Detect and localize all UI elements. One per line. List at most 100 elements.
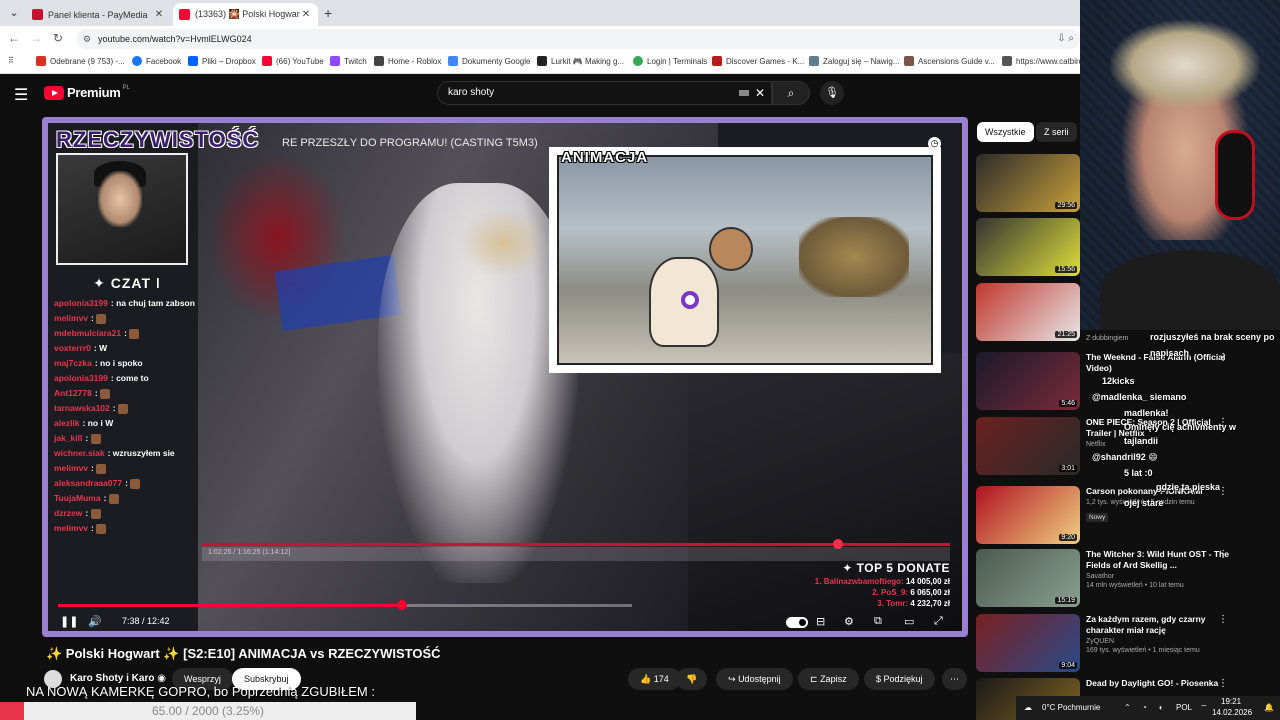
dislike-button[interactable]: 👎 (676, 668, 708, 690)
chat-username: apolonia3199 (54, 298, 108, 308)
clock-time[interactable]: 19:21 (1221, 697, 1241, 706)
tab-paymedia[interactable]: Panel klienta - PayMedia ✕ (26, 3, 171, 26)
tab-youtube[interactable]: (13363) 🎇 Polski Hogwart ✨ ✕ (173, 3, 318, 26)
rec-title[interactable]: Dead by Daylight GO! - Piosenka (1086, 678, 1236, 689)
tab-search-icon[interactable]: ⌄ (6, 5, 22, 21)
apps-icon[interactable]: ⠿ (8, 56, 14, 65)
reload-icon[interactable]: ↻ (50, 31, 66, 45)
bookmark-catbird[interactable]: https://www.catbird... (1002, 56, 1090, 66)
weather-text[interactable]: 0°C Pochmurnie (1042, 703, 1100, 712)
wifi-icon[interactable]: ⌔ (1200, 703, 1208, 713)
address-bar[interactable]: ⚙ youtube.com/watch?v=HvmlELWG024 ⇩ ⌕ (76, 29, 1080, 49)
thanks-button[interactable]: $ Podziękuj (864, 668, 935, 690)
bookmark-lurkit[interactable]: Lurkit 🎮 Making g... (537, 56, 624, 66)
bookmark-label: Pliki – Dropbox (202, 56, 256, 66)
pause-icon[interactable]: ❚❚ (60, 615, 78, 628)
video-frame[interactable]: RZECZYWISTOŚĆ RE PRZESZŁY DO PROGRAMU! (… (48, 123, 962, 631)
settings-gear-icon[interactable]: ⚙ (844, 615, 854, 628)
search-button[interactable]: ⌕ (772, 81, 810, 105)
chat-message: alezlik: no i W (54, 418, 200, 429)
chat-message: mdebmulciara21: (54, 328, 200, 339)
autoplay-toggle[interactable] (786, 617, 808, 628)
time-display: 7:38 / 12:42 (122, 616, 170, 626)
search-input[interactable]: karo shoty ✕ (437, 81, 772, 105)
more-options-icon[interactable]: ⋮ (1218, 352, 1228, 363)
rec-title[interactable]: The Witcher 3: Wild Hunt OST - The Field… (1086, 549, 1236, 571)
fullscreen-icon[interactable]: ⤢ (934, 615, 943, 628)
rec-thumbnail[interactable]: 9:20 (976, 486, 1080, 544)
search-icon: ⌕ (787, 86, 795, 100)
thumbs-down-icon: 👎 (686, 674, 698, 684)
notification-icon[interactable]: 🔔 (1264, 703, 1274, 712)
voice-search-button[interactable]: 🎙 (820, 81, 844, 105)
bookmark-dropbox[interactable]: Pliki – Dropbox (188, 56, 256, 66)
bookmark-gmail[interactable]: Odebrane (9 753) -... (36, 56, 125, 66)
kongregate-icon (712, 56, 722, 66)
video-player[interactable]: RZECZYWISTOŚĆ RE PRZESZŁY DO PROGRAMU! (… (42, 117, 968, 637)
bookmark-ascensions[interactable]: Ascensions Guide v... (904, 56, 995, 66)
more-actions-icon[interactable]: ⋯ (942, 668, 967, 690)
logo-text: Premium (67, 85, 121, 100)
bookmark-roblox[interactable]: Home - Roblox (374, 56, 441, 66)
bookmark-twitch[interactable]: Twitch (330, 56, 367, 66)
donate-amount: 14 005,00 zł (905, 577, 950, 586)
close-icon[interactable]: ✕ (153, 9, 165, 20)
channel-name[interactable]: Karo Shoty i Karo ◉ (70, 673, 166, 684)
menu-icon[interactable]: ☰ (14, 85, 28, 105)
rec-title[interactable]: Za każdym razem, gdy czarny charakter mi… (1086, 614, 1236, 636)
rec-thumbnail[interactable]: 9:04 (976, 614, 1080, 672)
bookmark-youtube[interactable]: (66) YouTube (262, 56, 324, 66)
forward-icon[interactable]: → (28, 31, 44, 45)
chat-username: melimvv (54, 313, 89, 323)
chat-username: melimvv (54, 463, 89, 473)
gmail-icon (36, 56, 46, 66)
rec-thumbnail[interactable]: 21:25 (976, 283, 1080, 341)
chat-username: wichner.siak (54, 448, 105, 458)
save-button[interactable]: ⊏ Zapisz (798, 668, 859, 690)
back-icon[interactable]: ← (6, 31, 22, 45)
rec-meta: Savathor (1086, 573, 1115, 580)
lang-indicator[interactable]: POL (1176, 703, 1192, 712)
miniplayer-icon[interactable]: ⧉ (874, 615, 882, 628)
volume-icon[interactable]: 🔊 (88, 615, 102, 628)
site-info-icon[interactable]: ⚙ (83, 29, 91, 49)
new-tab-icon[interactable]: + (324, 5, 332, 21)
youtube-logo[interactable]: Premium PL (44, 85, 130, 100)
stream-chat-line: madlenka! (1124, 408, 1169, 418)
clear-search-icon[interactable]: ✕ (755, 82, 765, 104)
weather-icon[interactable]: ☁ (1024, 703, 1032, 712)
rec-info[interactable]: The Witcher 3: Wild Hunt OST - The Field… (1086, 549, 1236, 589)
bookmark-facebook[interactable]: Facebook (132, 56, 181, 66)
share-button[interactable]: ↪ Udostępnij (716, 668, 793, 690)
keyboard-icon[interactable] (739, 90, 749, 96)
donate-rank: 2. (872, 588, 879, 597)
bookmark-terminals[interactable]: Login | Terminals (633, 56, 707, 66)
volume-tray-icon[interactable]: ◖ (1158, 703, 1163, 712)
bookmark-discover-games[interactable]: Discover Games - K... (712, 56, 804, 66)
chat-text: W (99, 343, 108, 353)
more-options-icon[interactable]: ⋮ (1218, 614, 1228, 625)
chip-all[interactable]: Wszystkie (977, 122, 1034, 142)
rec-thumbnail[interactable]: 15:56 (976, 218, 1080, 276)
rec-thumbnail[interactable]: 15:19 (976, 549, 1080, 607)
install-icon[interactable]: ⇩ ⌕ (1057, 29, 1074, 49)
clock-date[interactable]: 14.02.2026 (1212, 708, 1252, 717)
rec-info[interactable]: Dead by Daylight GO! - Piosenka (1086, 678, 1236, 689)
rec-thumbnail[interactable]: 5:46 (976, 352, 1080, 410)
rec-info[interactable]: Za każdym razem, gdy czarny charakter mi… (1086, 614, 1236, 654)
subtitles-icon[interactable]: ⊟ (816, 615, 825, 628)
more-options-icon[interactable]: ⋮ (1218, 549, 1228, 560)
bookmark-nawigator[interactable]: Zaloguj się – Nawig... (809, 56, 899, 66)
cast-icon[interactable]: ▭ (904, 615, 914, 628)
network-icon[interactable]: ◔ (1142, 703, 1147, 712)
rec-thumbnail[interactable]: 29:56 (976, 154, 1080, 212)
more-options-icon[interactable]: ⋮ (1218, 678, 1228, 689)
rec-thumbnail[interactable]: 3:01 (976, 417, 1080, 475)
like-button[interactable]: 👍 174 (628, 668, 681, 690)
bookmark-google-docs[interactable]: Dokumenty Google (448, 56, 530, 66)
bookmark-label: Dokumenty Google (462, 56, 531, 66)
chip-series[interactable]: Z serii (1036, 122, 1077, 142)
close-icon[interactable]: ✕ (300, 9, 312, 20)
tray-chevron-icon[interactable]: ⌃ (1124, 703, 1131, 712)
rec-meta: Netflix (1086, 441, 1106, 448)
